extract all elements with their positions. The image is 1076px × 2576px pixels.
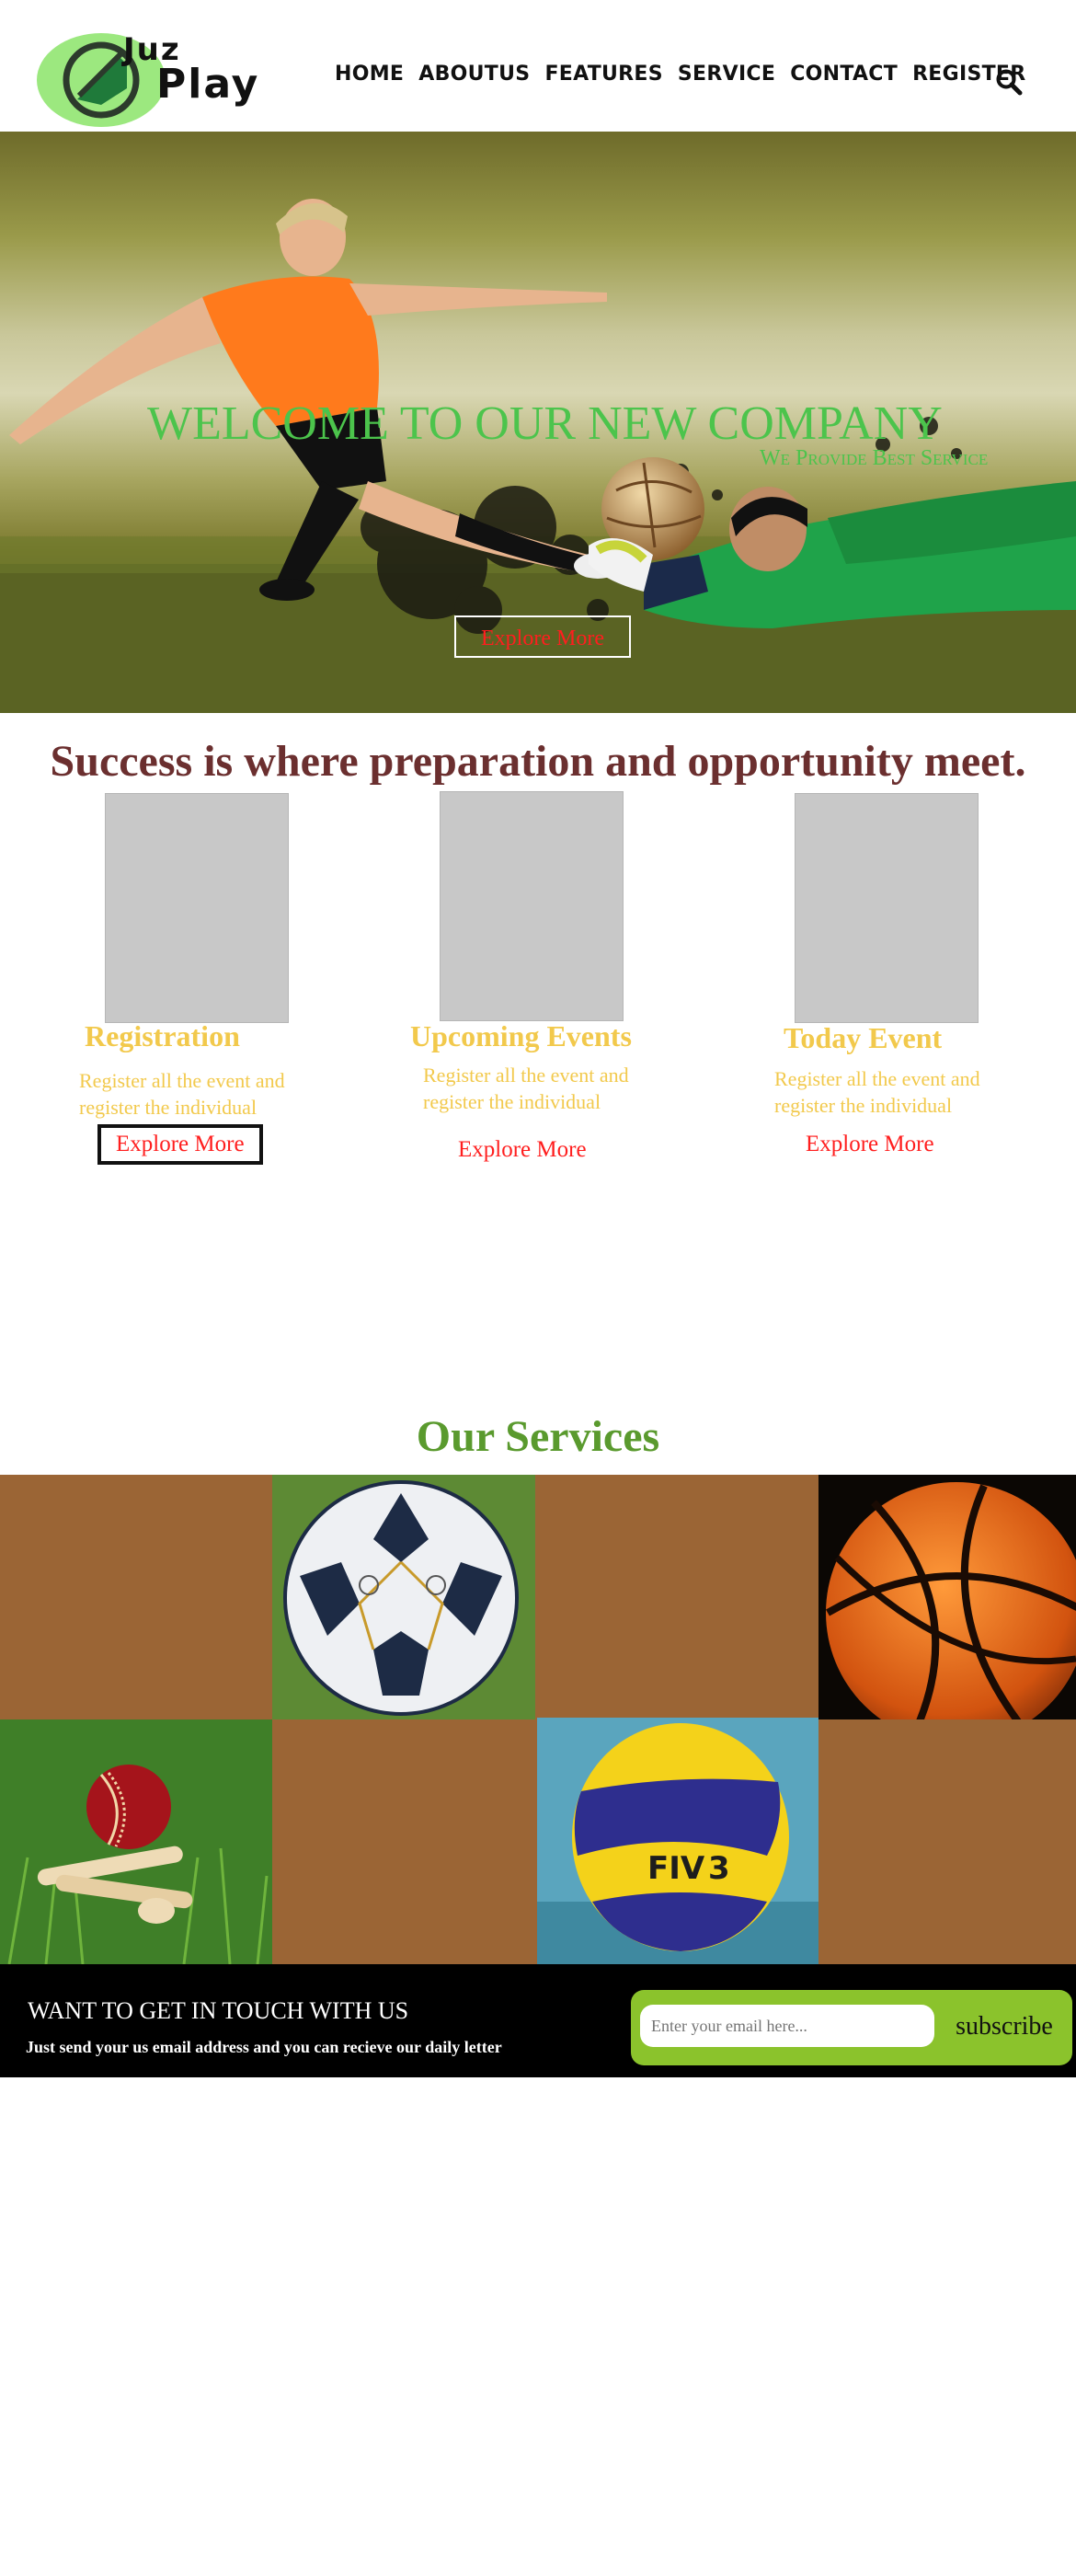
basketball-tile[interactable] [818, 1475, 1076, 1719]
search-icon[interactable] [995, 68, 1023, 96]
volleyball-image: FIV 3 [537, 1718, 818, 1964]
cricket-tile[interactable] [0, 1719, 272, 1964]
card-title-registration: Registration [85, 1019, 240, 1052]
subscribe-section: WANT TO GET IN TOUCH WITH US Just send y… [0, 1964, 1076, 2077]
registration-explore-link[interactable]: Explore More [97, 1124, 263, 1165]
football-image [272, 1475, 535, 1719]
hero-subtitle: We Provide Best Service [760, 446, 989, 470]
subscribe-button[interactable]: subscribe [940, 2005, 1069, 2047]
svg-text:3: 3 [708, 1850, 730, 1887]
nav-home[interactable]: HOME [335, 63, 404, 94]
subscribe-text: Just send your us email address and you … [26, 2038, 502, 2056]
football-tile[interactable] [272, 1475, 535, 1719]
nav-features[interactable]: FEATURES [544, 63, 662, 94]
email-input[interactable] [640, 2005, 934, 2047]
logo-text-bottom: Play [156, 61, 260, 108]
subscribe-form: subscribe [631, 1990, 1072, 2065]
hero-title: WELCOME TO OUR NEW COMPANY [147, 397, 943, 450]
main-nav: HOME ABOUTUS FEATURES SERVICE CONTACT RE… [335, 63, 1041, 94]
services-grid: FIV 3 [0, 1475, 1076, 1964]
nav-contact[interactable]: CONTACT [790, 63, 898, 94]
card-text-registration: Register all the event and register the … [79, 1069, 285, 1119]
service-tile [0, 1475, 272, 1719]
hero-explore-button[interactable]: Explore More [454, 615, 631, 658]
site-header: Juz Play HOME ABOUTUS FEATURES SERVICE C… [0, 0, 1076, 132]
tagline-heading: Success is where preparation and opportu… [50, 737, 1026, 786]
service-tile [535, 1475, 818, 1719]
card-title-today-event: Today Event [784, 1021, 943, 1054]
hero-banner: WELCOME TO OUR NEW COMPANY We Provide Be… [0, 132, 1076, 713]
cricket-ball-image [0, 1719, 272, 1964]
svg-text:FIV: FIV [647, 1850, 705, 1887]
services-title: Our Services [416, 1412, 660, 1461]
basketball-image [818, 1475, 1076, 1719]
volleyball-tile[interactable]: FIV 3 [537, 1718, 818, 1964]
service-tile [818, 1719, 1076, 1964]
logo[interactable]: Juz Play [35, 31, 265, 132]
today-event-explore-link[interactable]: Explore More [806, 1132, 934, 1157]
nav-service[interactable]: SERVICE [678, 63, 775, 94]
card-text-today-event: Register all the event and register the … [774, 1067, 980, 1117]
service-tile [272, 1719, 537, 1964]
registration-image [105, 793, 289, 1023]
upcoming-events-explore-link[interactable]: Explore More [458, 1137, 587, 1163]
nav-aboutus[interactable]: ABOUTUS [418, 63, 530, 94]
card-title-upcoming-events: Upcoming Events [410, 1019, 632, 1052]
subscribe-heading: WANT TO GET IN TOUCH WITH US [28, 1997, 409, 2024]
upcoming-events-image [440, 791, 624, 1021]
card-text-upcoming-events: Register all the event and register the … [423, 1064, 629, 1113]
today-event-image [795, 793, 979, 1023]
